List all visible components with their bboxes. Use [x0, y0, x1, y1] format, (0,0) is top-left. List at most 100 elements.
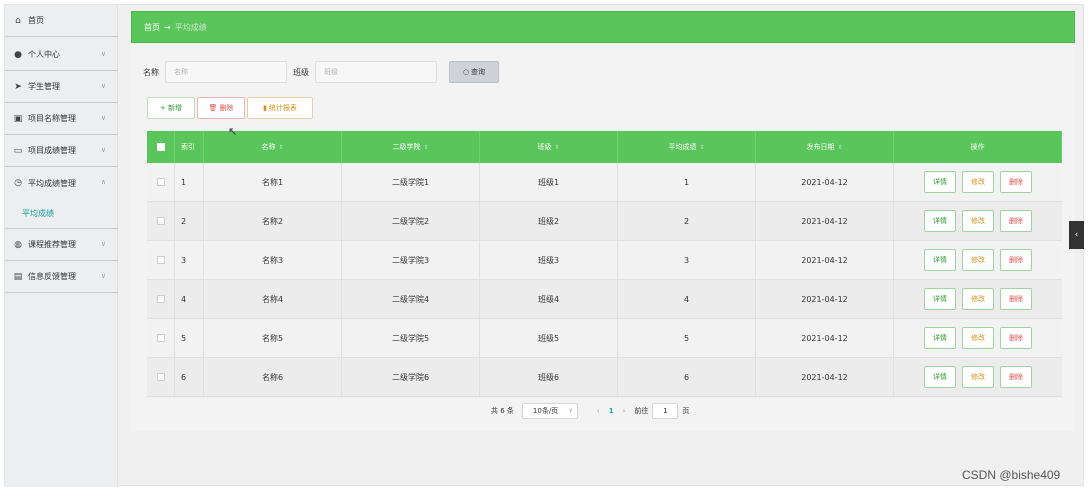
header-actions: 操作: [894, 131, 1062, 163]
edit-button[interactable]: 修改: [962, 366, 994, 388]
class-label: 班级: [293, 67, 309, 77]
sort-icon[interactable]: ⇕: [423, 144, 428, 151]
sort-icon[interactable]: ⇕: [699, 144, 704, 151]
table-row: 4 名称4 二级学院4 班级4 4 2021-04-12 详情 修改 删除: [147, 280, 1062, 319]
sort-icon[interactable]: ⇕: [554, 144, 559, 151]
header-publish-date[interactable]: 发布日期 ⇕: [756, 131, 894, 163]
cell-college: 二级学院3: [342, 241, 480, 279]
detail-button[interactable]: 详情: [924, 327, 956, 349]
send-icon: ➤: [14, 81, 22, 92]
breadcrumb-home[interactable]: 首页: [144, 22, 160, 33]
edit-button[interactable]: 修改: [962, 288, 994, 310]
cell-class: 班级4: [480, 280, 618, 318]
collapse-panel-tab[interactable]: ‹: [1069, 221, 1084, 249]
sidebar-subitem-average-score[interactable]: 平均成绩: [5, 199, 118, 229]
user-icon: ●: [14, 49, 22, 60]
class-search-input[interactable]: 班级: [315, 61, 437, 83]
main-content: 首页 → 平均成绩 名称 名称 班级 班级 ○ 查询 + 新增 🗑 删除 ▮ 统…: [131, 11, 1075, 431]
sort-icon[interactable]: ⇕: [837, 144, 842, 151]
breadcrumb-current: 平均成绩: [174, 22, 207, 32]
row-delete-button[interactable]: 删除: [1000, 249, 1032, 271]
cell-college: 二级学院4: [342, 280, 480, 318]
header-college[interactable]: 二级学院 ⇕: [342, 131, 480, 163]
detail-button[interactable]: 详情: [924, 171, 956, 193]
cell-index: 1: [175, 163, 204, 201]
pagination: 共 6 条 10条/页 ∨ ‹ 1 › 前往 1 页: [491, 403, 689, 419]
detail-button[interactable]: 详情: [924, 210, 956, 232]
cell-actions: 详情 修改 删除: [894, 319, 1062, 357]
detail-button[interactable]: 详情: [924, 249, 956, 271]
header-average-score[interactable]: 平均成绩 ⇕: [618, 131, 756, 163]
header-class[interactable]: 班级 ⇕: [480, 131, 618, 163]
edit-button[interactable]: 修改: [962, 171, 994, 193]
cell-name: 名称1: [204, 163, 342, 201]
detail-button[interactable]: 详情: [924, 288, 956, 310]
home-icon: ⌂: [15, 15, 21, 26]
sidebar-item-average-scores[interactable]: ◷ 平均成绩管理 ∧: [5, 167, 118, 199]
header-index: 索引: [175, 131, 204, 163]
cell-college: 二级学院1: [342, 163, 480, 201]
page-size-select[interactable]: 10条/页 ∨: [521, 403, 578, 419]
row-checkbox[interactable]: [156, 256, 165, 264]
sort-icon[interactable]: ⇕: [278, 144, 283, 151]
row-checkbox[interactable]: [156, 295, 165, 303]
stats-report-button[interactable]: ▮ 统计报表: [247, 97, 313, 119]
row-checkbox[interactable]: [156, 217, 165, 225]
detail-button[interactable]: 详情: [924, 366, 956, 388]
delete-button[interactable]: 🗑 删除: [197, 97, 245, 119]
cell-class: 班级6: [480, 358, 618, 396]
current-page-number[interactable]: 1: [609, 407, 614, 415]
cell-average-score: 1: [618, 163, 756, 201]
row-checkbox[interactable]: [156, 334, 165, 342]
query-button[interactable]: ○ 查询: [449, 61, 499, 83]
row-delete-button[interactable]: 删除: [1000, 366, 1032, 388]
select-all-checkbox[interactable]: [156, 143, 165, 151]
cell-name: 名称3: [204, 241, 342, 279]
prev-page-button[interactable]: ‹: [597, 407, 600, 415]
sidebar-item-home[interactable]: ⌂ 首页: [5, 5, 118, 37]
edit-button[interactable]: 修改: [962, 327, 994, 349]
row-checkbox[interactable]: [156, 178, 165, 186]
row-select-cell: [147, 163, 175, 201]
bar-chart-icon: ▮: [263, 104, 267, 112]
cell-average-score: 6: [618, 358, 756, 396]
row-delete-button[interactable]: 删除: [1000, 327, 1032, 349]
name-search-input[interactable]: 名称: [165, 61, 287, 83]
cell-class: 班级5: [480, 319, 618, 357]
row-delete-button[interactable]: 删除: [1000, 171, 1032, 193]
goto-page-input[interactable]: 1: [652, 403, 679, 419]
row-delete-button[interactable]: 删除: [1000, 288, 1032, 310]
sidebar-item-course-recommend[interactable]: ◍ 课程推荐管理 ∨: [5, 229, 118, 261]
cell-publish-date: 2021-04-12: [756, 163, 894, 201]
edit-button[interactable]: 修改: [962, 210, 994, 232]
cell-actions: 详情 修改 删除: [894, 280, 1062, 318]
header-name[interactable]: 名称 ⇕: [204, 131, 342, 163]
row-checkbox[interactable]: [156, 373, 165, 381]
chevron-down-icon: ∨: [100, 82, 106, 90]
data-table: 索引 名称 ⇕ 二级学院 ⇕ 班级 ⇕ 平均成绩 ⇕ 发布日期 ⇕ 操作 1 名称1 二级学院…: [147, 131, 1062, 397]
cell-average-score: 4: [618, 280, 756, 318]
edit-button[interactable]: 修改: [962, 249, 994, 271]
sidebar-item-project-scores[interactable]: ▭ 项目成绩管理 ∨: [5, 135, 118, 167]
name-label: 名称: [143, 67, 159, 77]
table-row: 1 名称1 二级学院1 班级1 1 2021-04-12 详情 修改 删除: [147, 163, 1062, 202]
row-select-cell: [147, 319, 175, 357]
table-row: 6 名称6 二级学院6 班级6 6 2021-04-12 详情 修改 删除: [147, 358, 1062, 397]
row-delete-button[interactable]: 删除: [1000, 210, 1032, 232]
cell-actions: 详情 修改 删除: [894, 241, 1062, 279]
sidebar-item-feedback[interactable]: ▤ 信息反馈管理 ∨: [5, 261, 118, 293]
table-row: 3 名称3 二级学院3 班级3 3 2021-04-12 详情 修改 删除: [147, 241, 1062, 280]
table-header: 索引 名称 ⇕ 二级学院 ⇕ 班级 ⇕ 平均成绩 ⇕ 发布日期 ⇕ 操作: [147, 131, 1062, 163]
cell-average-score: 2: [618, 202, 756, 240]
add-button[interactable]: + 新增: [147, 97, 195, 119]
sidebar-item-label: 信息反馈管理: [28, 272, 76, 281]
next-page-button[interactable]: ›: [623, 407, 626, 415]
cell-publish-date: 2021-04-12: [756, 241, 894, 279]
chevron-down-icon: ∨: [100, 114, 106, 122]
sidebar-item-project-names[interactable]: ▣ 项目名称管理 ∨: [5, 103, 118, 135]
cell-index: 3: [175, 241, 204, 279]
sidebar-item-students[interactable]: ➤ 学生管理 ∨: [5, 71, 118, 103]
cell-index: 6: [175, 358, 204, 396]
delete-button-label: 删除: [219, 104, 234, 112]
sidebar-item-personal-center[interactable]: ● 个人中心 ∨: [5, 39, 118, 71]
